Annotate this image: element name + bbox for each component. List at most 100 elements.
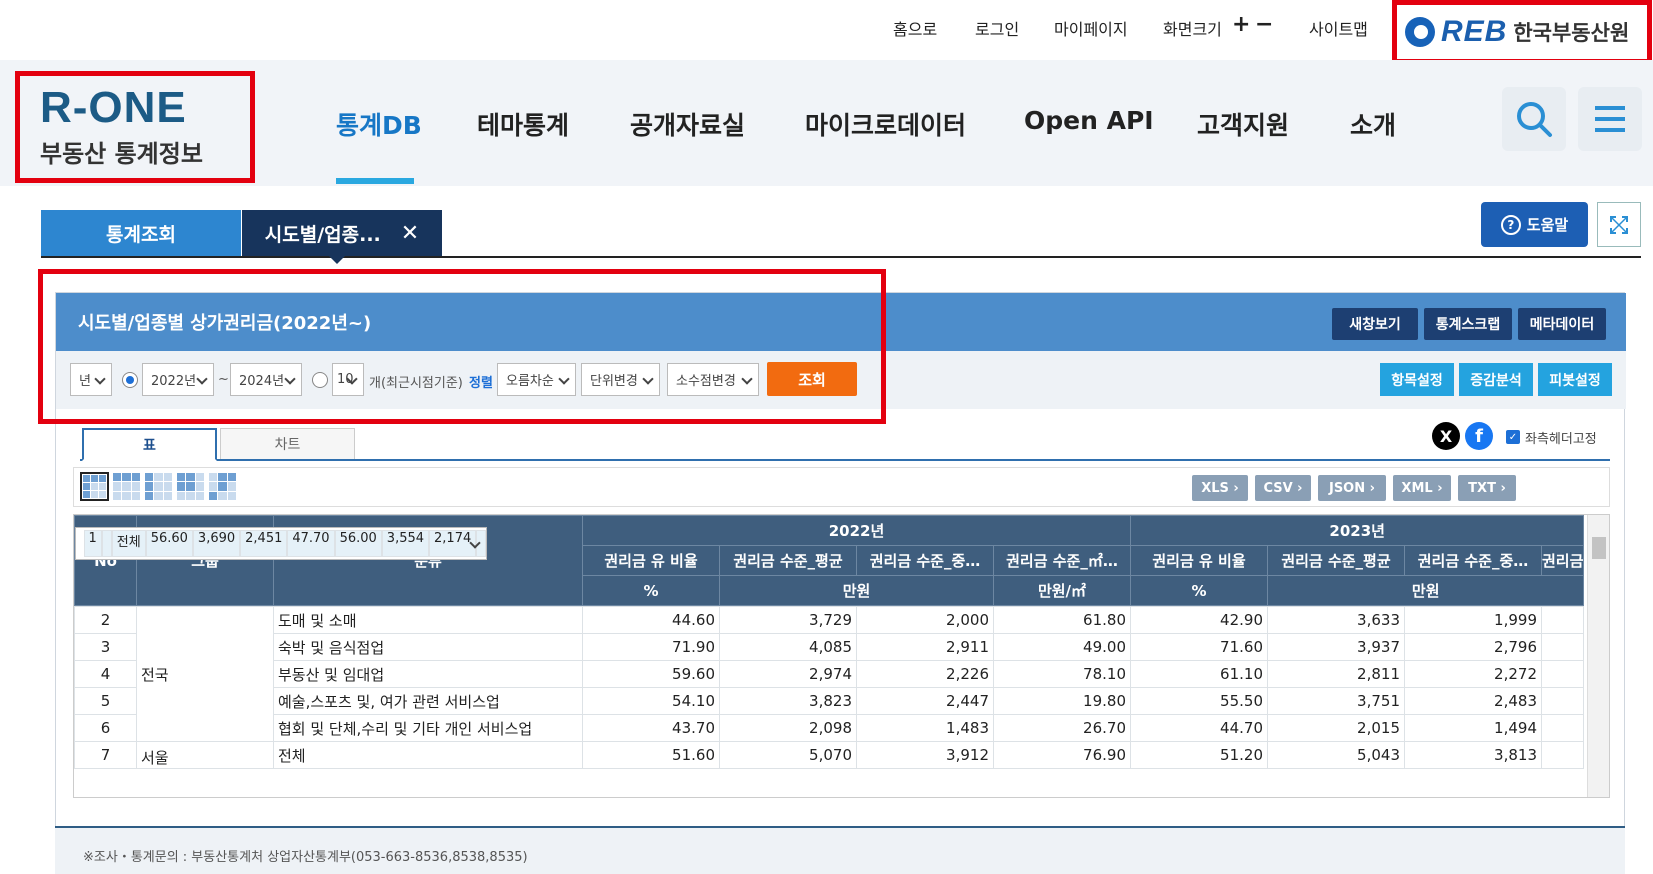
view-tabs: 표 차트 [80,428,1610,461]
table-row[interactable]: 7 서울 전체 51.60 5,070 3,912 76.90 51.20 5,… [74,741,1585,769]
x-share-icon[interactable]: X [1432,422,1460,450]
recent-count-radio[interactable] [312,372,328,388]
nav-stat-db[interactable]: 통계DB [336,106,422,142]
cell-value: 71.60 [1130,633,1268,661]
tab-chart[interactable]: 차트 [220,428,355,459]
export-xls-button[interactable]: XLS › [1192,475,1248,501]
cell-value: 61.10 [1130,660,1268,688]
cell-group: 전국 [136,606,274,742]
layout-2-icon[interactable] [112,472,141,501]
nav-theme-stat[interactable]: 테마통계 [477,106,569,142]
col-header-year-2022[interactable]: 2022년 [582,515,1131,546]
cell-category: 전체 [273,741,583,769]
col-header-unit: % [1130,575,1268,606]
panel-title: 시도별/업종별 상가권리금(2022년~) [78,313,372,334]
cell-value: 2,174 [429,530,477,557]
cell-value: 47.70 [287,530,335,557]
rone-logo[interactable]: R-ONE 부동산 통계정보 [15,71,255,183]
reb-brand-logo[interactable]: REB 한국부동산원 [1392,0,1652,64]
cell-value: 3,937 [1267,633,1405,661]
nav-about[interactable]: 소개 [1350,106,1396,142]
help-button[interactable]: ? 도움말 [1481,202,1588,247]
metadata-button[interactable]: 메타데이터 [1518,308,1606,340]
table-row[interactable]: 2 전국 도매 및 소매 44.60 3,729 2,000 61.80 42.… [74,606,1585,742]
table-row[interactable]: 4 부동산 및 임대업 59.60 2,974 2,226 78.10 61.1… [74,660,1585,688]
vertical-scroll-thumb[interactable] [1592,537,1606,559]
cell-category: 숙박 및 음식점업 [273,633,583,661]
nav-customer-support[interactable]: 고객지원 [1197,106,1289,142]
layout-3-icon[interactable] [144,472,173,501]
question-icon: ? [1500,214,1521,235]
export-csv-button[interactable]: CSV › [1255,475,1311,501]
range-tilde: ~ [218,372,229,387]
export-xml-button[interactable]: XML › [1393,475,1451,501]
tab-current-label: 시도별/업종... [264,223,381,246]
zoom-in-icon[interactable]: + [1232,12,1250,37]
col-header-measure[interactable]: 권리금 유 비율 [582,545,720,576]
item-setting-button[interactable]: 항목설정 [1380,363,1454,396]
recent-count-input[interactable]: 10 [332,363,364,396]
cell-value: 1,483 [856,714,994,742]
period-unit-select[interactable]: 년 [70,363,112,396]
cell-value: 49.00 [993,633,1131,661]
new-window-button[interactable]: 새창보기 [1332,308,1418,340]
change-analysis-button[interactable]: 증감분석 [1459,363,1533,396]
unit-change-select[interactable]: 단위변경 [581,363,660,396]
home-link[interactable]: 홈으로 [893,16,937,40]
facebook-share-icon[interactable]: f [1465,422,1493,450]
tab-current-stat[interactable]: 시도별/업종... ✕ [242,210,442,256]
cell-value: 5,070 [719,741,857,769]
fullscreen-button[interactable] [1597,202,1641,247]
font-size-label: 화면크기 [1163,20,1222,39]
sitemap-link[interactable]: 사이트맵 [1309,16,1368,40]
from-year-select[interactable]: 2022년 [142,363,214,396]
nav-microdata[interactable]: 마이크로데이터 [805,106,966,142]
layout-4-icon[interactable] [176,472,205,501]
cell-no: 6 [74,714,137,742]
table-row[interactable]: 5 예술,스포츠 및, 여가 관련 서비스업 54.10 3,823 2,447… [74,687,1585,715]
control-row: 년 2022년 ~ 2024년 10 개(최근시점기준) 정렬 오름차순 단위변… [56,351,1626,409]
col-header-unit: 만원 [1266,575,1585,606]
vertical-scrollbar[interactable] [1587,515,1609,797]
tab-table[interactable]: 표 [82,428,217,461]
col-header-measure[interactable]: 권리금 수준_㎡… [993,545,1131,576]
nav-open-api[interactable]: Open API [1024,106,1154,135]
layout-5-icon[interactable] [208,472,237,501]
search-submit-button[interactable]: 조회 [767,362,857,396]
search-icon [1517,102,1552,137]
col-header-measure[interactable]: 권리금 수준_중… [856,545,994,576]
layout-1-icon[interactable] [80,472,109,501]
fix-header-checkbox[interactable]: ✓ [1506,430,1520,444]
export-txt-button[interactable]: TXT › [1458,475,1516,501]
col-header-measure[interactable]: 권리금 유 비율 [1130,545,1268,576]
col-header-year-2023[interactable]: 2023년 [1129,515,1585,546]
col-header-measure[interactable]: 권리금 수준_중… [1404,545,1542,576]
export-json-button[interactable]: JSON › [1318,475,1386,501]
zoom-out-icon[interactable]: − [1255,12,1273,37]
table-row[interactable]: 6 협회 및 단체,수리 및 기타 개인 서비스업 43.70 2,098 1,… [74,714,1585,742]
tab-stat-search[interactable]: 통계조회 [41,210,241,256]
sort-order-select[interactable]: 오름차순 [497,363,576,396]
col-header-measure[interactable]: 권리금 [1540,545,1585,576]
mypage-link[interactable]: 마이페이지 [1054,16,1128,40]
col-header-measure[interactable]: 권리금 수준_평균 [1267,545,1405,576]
pivot-setting-button[interactable]: 피봇설정 [1538,363,1612,396]
decimal-change-select[interactable]: 소수점변경 [667,363,759,396]
login-link[interactable]: 로그인 [975,16,1019,40]
to-year-select[interactable]: 2024년 [230,363,302,396]
help-label: 도움말 [1526,216,1569,234]
table-row[interactable]: 1 전체 56.60 3,690 2,451 47.70 56.00 3,554… [74,527,488,560]
col-header-measure[interactable]: 권리금 수준_평균 [719,545,857,576]
cell-value: 3,751 [1267,687,1405,715]
scrap-button[interactable]: 통계스크랩 [1424,308,1512,340]
cell-value: 2,226 [856,660,994,688]
cell-no: 7 [74,741,137,769]
close-icon[interactable]: ✕ [401,221,419,246]
cell-value: 2,447 [856,687,994,715]
cell-value: 2,483 [1404,687,1542,715]
menu-button[interactable] [1578,87,1642,151]
period-range-radio[interactable] [122,372,138,388]
nav-open-data[interactable]: 공개자료실 [630,106,745,142]
table-row[interactable]: 3 숙박 및 음식점업 71.90 4,085 2,911 49.00 71.6… [74,633,1585,661]
search-button[interactable] [1502,87,1566,151]
